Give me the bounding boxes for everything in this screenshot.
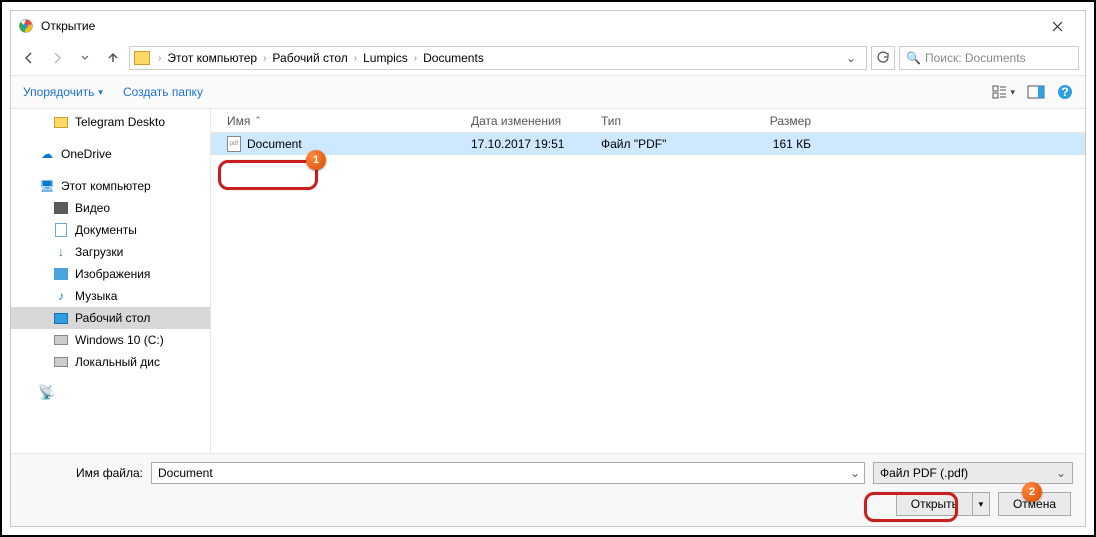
open-dropdown[interactable]: ▾ bbox=[973, 499, 989, 510]
svg-text:?: ? bbox=[1061, 85, 1068, 99]
close-icon bbox=[1052, 21, 1063, 32]
file-date: 17.10.2017 19:51 bbox=[471, 137, 601, 151]
tree-item-this-pc[interactable]: 🖥Этот компьютер bbox=[11, 175, 210, 197]
file-type: Файл "PDF" bbox=[601, 137, 731, 151]
navigation-tree: Telegram Deskto ☁OneDrive 🖥Этот компьюте… bbox=[11, 109, 211, 453]
filename-label: Имя файла: bbox=[23, 466, 143, 480]
titlebar: Открытие bbox=[11, 11, 1085, 41]
organize-button[interactable]: Упорядочить▾ bbox=[23, 85, 103, 99]
bottom-panel: Имя файла: Document ⌄ Файл PDF (.pdf) ⌄ … bbox=[11, 453, 1085, 526]
refresh-button[interactable] bbox=[871, 46, 895, 70]
folder-icon bbox=[54, 117, 68, 128]
tree-item-desktop[interactable]: Рабочий стол bbox=[11, 307, 210, 329]
view-options-button[interactable]: ▾ bbox=[992, 85, 1015, 99]
tree-item-network[interactable]: 📡 bbox=[11, 381, 210, 403]
preview-pane-button[interactable] bbox=[1027, 85, 1045, 99]
tree-item-videos[interactable]: Видео bbox=[11, 197, 210, 219]
file-type-filter[interactable]: Файл PDF (.pdf) ⌄ bbox=[873, 462, 1073, 484]
tree-item-downloads[interactable]: ↓Загрузки bbox=[11, 241, 210, 263]
desktop-icon bbox=[54, 313, 68, 324]
address-bar[interactable]: › Этот компьютер › Рабочий стол › Lumpic… bbox=[129, 46, 867, 70]
navigation-bar: › Этот компьютер › Рабочий стол › Lumpic… bbox=[11, 41, 1085, 75]
folder-icon bbox=[134, 51, 150, 65]
tree-item[interactable]: Telegram Deskto bbox=[11, 111, 210, 133]
address-dropdown[interactable]: ⌄ bbox=[840, 51, 862, 65]
tree-item-local-disk[interactable]: Локальный дис bbox=[11, 351, 210, 373]
recent-dropdown[interactable] bbox=[73, 46, 97, 70]
view-icon bbox=[992, 85, 1008, 99]
help-button[interactable]: ? bbox=[1057, 84, 1073, 100]
breadcrumb[interactable]: Рабочий стол bbox=[270, 51, 349, 65]
file-row[interactable]: pdf Document 17.10.2017 19:51 Файл "PDF"… bbox=[211, 133, 1085, 155]
open-button[interactable]: Открыть ▾ bbox=[896, 492, 990, 516]
sort-asc-icon: ⌃ bbox=[254, 115, 262, 126]
file-name: Document bbox=[247, 137, 302, 151]
tree-item-documents[interactable]: Документы bbox=[11, 219, 210, 241]
chevron-down-icon: ⌄ bbox=[1056, 466, 1066, 480]
filename-input[interactable]: Document ⌄ bbox=[151, 462, 865, 484]
network-icon: 📡 bbox=[39, 384, 55, 400]
chevron-right-icon: › bbox=[154, 53, 165, 64]
breadcrumb[interactable]: Этот компьютер bbox=[165, 51, 259, 65]
annotation-badge: 1 bbox=[306, 150, 326, 170]
tree-item-pictures[interactable]: Изображения bbox=[11, 263, 210, 285]
document-icon bbox=[55, 223, 67, 237]
tree-item-drive-c[interactable]: Windows 10 (C:) bbox=[11, 329, 210, 351]
chrome-icon bbox=[19, 19, 33, 33]
preview-icon bbox=[1027, 85, 1045, 99]
column-type[interactable]: Тип bbox=[601, 114, 731, 128]
column-name[interactable]: Имя⌃ bbox=[211, 114, 471, 128]
file-size: 161 КБ bbox=[731, 137, 831, 151]
pc-icon: 🖥 bbox=[39, 178, 55, 194]
column-size[interactable]: Размер bbox=[731, 114, 831, 128]
column-headers: Имя⌃ Дата изменения Тип Размер bbox=[211, 109, 1085, 133]
new-folder-button[interactable]: Создать папку bbox=[123, 85, 203, 99]
music-icon: ♪ bbox=[53, 288, 69, 304]
onedrive-icon: ☁ bbox=[39, 146, 55, 162]
up-button[interactable] bbox=[101, 46, 125, 70]
pdf-file-icon: pdf bbox=[227, 136, 241, 152]
help-icon: ? bbox=[1057, 84, 1073, 100]
file-list: Имя⌃ Дата изменения Тип Размер pdf Docum… bbox=[211, 109, 1085, 453]
breadcrumb[interactable]: Documents bbox=[421, 51, 486, 65]
tree-item-music[interactable]: ♪Музыка bbox=[11, 285, 210, 307]
tree-item-onedrive[interactable]: ☁OneDrive bbox=[11, 143, 210, 165]
chevron-right-icon: › bbox=[350, 53, 361, 64]
window-title: Открытие bbox=[41, 19, 1037, 33]
breadcrumb[interactable]: Lumpics bbox=[361, 51, 410, 65]
download-icon: ↓ bbox=[53, 244, 69, 260]
forward-button[interactable] bbox=[45, 46, 69, 70]
search-placeholder: Поиск: Documents bbox=[925, 51, 1026, 65]
chevron-down-icon: ⌄ bbox=[850, 466, 860, 480]
video-icon bbox=[54, 202, 68, 214]
open-file-dialog: Открытие › Этот компьютер › Рабочий стол… bbox=[10, 10, 1086, 527]
search-input[interactable]: 🔍 Поиск: Documents bbox=[899, 46, 1079, 70]
drive-icon bbox=[54, 357, 68, 367]
column-date[interactable]: Дата изменения bbox=[471, 114, 601, 128]
chevron-right-icon: › bbox=[259, 53, 270, 64]
close-button[interactable] bbox=[1037, 12, 1077, 40]
search-icon: 🔍 bbox=[906, 51, 921, 65]
pictures-icon bbox=[54, 268, 68, 280]
drive-icon bbox=[54, 335, 68, 345]
toolbar: Упорядочить▾ Создать папку ▾ ? bbox=[11, 75, 1085, 109]
back-button[interactable] bbox=[17, 46, 41, 70]
chevron-right-icon: › bbox=[410, 53, 421, 64]
annotation-badge: 2 bbox=[1022, 482, 1042, 502]
